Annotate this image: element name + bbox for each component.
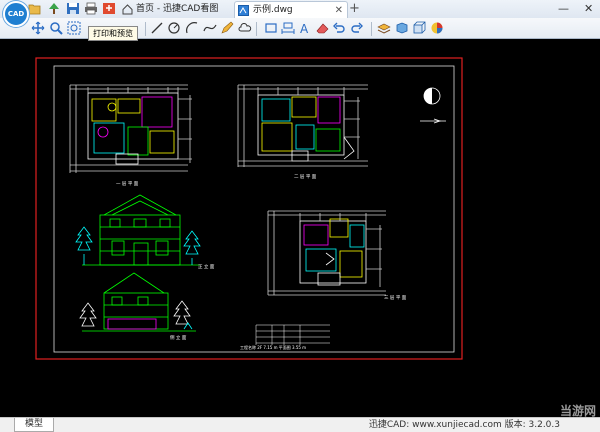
spline-tool-icon[interactable] [203,21,217,35]
tree-icon[interactable] [47,2,61,15]
dwg-file-icon [238,5,249,16]
circle-tool-icon[interactable] [167,21,181,35]
view-3d-icon[interactable] [412,21,426,35]
svg-text:A: A [300,22,309,35]
erase-tool-icon[interactable] [315,21,329,35]
dimension-tool-icon[interactable] [281,21,295,35]
model-tab[interactable]: 模型 [14,418,54,432]
line-tool-icon[interactable] [150,21,164,35]
tab-home[interactable]: 首页 - 迅捷CAD看图 [121,1,229,18]
tab-home-label: 首页 - 迅捷CAD看图 [136,4,219,14]
pan-icon[interactable] [31,21,45,35]
toolbar-separator [371,22,372,36]
undo-icon[interactable] [332,21,346,35]
tab-bar: CAD 首页 - 迅捷CAD看图 示例.dwg ✕ + — ✕ [0,0,600,27]
floor-plan-1 [69,84,192,173]
tab-close-icon[interactable]: ✕ [335,2,343,19]
toolbar-separator [256,22,257,36]
rectangle-tool-icon[interactable] [264,21,278,35]
tab-file-label: 示例.dwg [253,5,293,15]
print-icon[interactable] [84,2,98,15]
minimize-icon[interactable]: — [558,2,569,16]
status-info-text: 迅捷CAD: www.xunjiecad.com 版本: 3.2.0.3 [368,420,560,430]
new-tab-icon[interactable]: + [349,0,360,17]
sheet-outer-border [35,57,463,360]
floor-plan-2 [237,84,368,167]
drawing-canvas[interactable]: 一 层 平 面 二 层 平 面 三 层 平 面 正 立 面 侧 立 面 工程名称… [0,39,600,417]
print-preview-tooltip: 打印和预览 [88,26,138,41]
side-elevation [79,272,196,332]
redo-icon[interactable] [350,21,364,35]
floor-plan-3 [267,210,386,296]
front-elevation [75,194,201,266]
toolbar-separator [145,22,146,36]
close-window-icon[interactable]: ✕ [584,2,593,16]
app-logo[interactable]: CAD [3,1,29,27]
block-icon[interactable] [395,21,409,35]
cloud-tool-icon[interactable] [238,21,252,35]
zoom-window-icon[interactable] [67,21,81,35]
caption-front-elevation: 正 立 面 [198,263,215,270]
tab-active-file[interactable]: 示例.dwg ✕ [234,1,348,19]
open-icon[interactable] [28,2,42,15]
arc-tool-icon[interactable] [185,21,199,35]
color-icon[interactable] [430,21,444,35]
caption-side-elevation: 侧 立 面 [170,334,187,341]
legend-table [255,324,330,345]
text-tool-icon[interactable]: A [298,21,312,35]
north-arrow [420,87,446,124]
caption-floor-1: 一 层 平 面 [116,181,139,187]
caption-floor-3: 三 层 平 面 [384,295,407,301]
zoom-icon[interactable] [49,21,63,35]
cad-drawing: 一 层 平 面 二 层 平 面 三 层 平 面 正 立 面 侧 立 面 工程名称… [35,57,463,360]
status-bar: 模型 迅捷CAD: www.xunjiecad.com 版本: 3.2.0.3 [0,417,600,432]
layer-icon[interactable] [377,21,391,35]
caption-floor-2: 二 层 平 面 [294,174,317,180]
export-icon[interactable] [102,2,116,15]
save-icon[interactable] [66,2,80,15]
pencil-tool-icon[interactable] [220,21,234,35]
drawing-footer-text: 工程名称 2F 7.15 m 平面图 3.55 m [240,344,306,350]
home-icon [122,4,133,15]
